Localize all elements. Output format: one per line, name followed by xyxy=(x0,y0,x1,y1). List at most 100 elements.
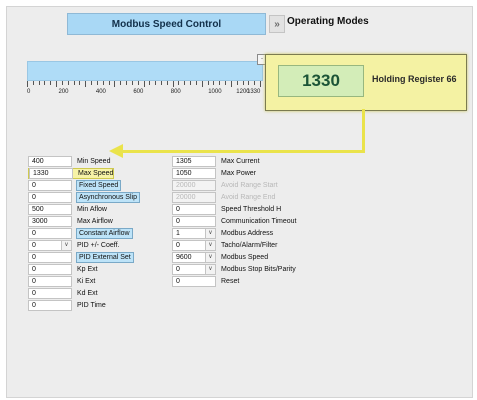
parameter-input[interactable]: 0 xyxy=(28,276,72,287)
slider-tick xyxy=(190,81,192,85)
slider-tick-label: 200 xyxy=(58,89,69,95)
parameter-input[interactable]: 0 xyxy=(28,300,72,311)
parameter-label: Kd Ext xyxy=(77,290,98,297)
parameter-label: Kp Ext xyxy=(77,266,98,273)
slider-tick xyxy=(61,81,63,85)
parameter-select[interactable]: 0 xyxy=(28,240,62,251)
slider-fill xyxy=(28,62,262,80)
chevron-down-icon[interactable]: ∨ xyxy=(206,252,216,263)
parameter-tag[interactable]: Fixed Speed xyxy=(76,180,122,191)
slider-tick xyxy=(195,81,197,85)
parameter-row: 0 Reset xyxy=(172,276,239,287)
parameter-label: Modbus Stop Bits/Parity xyxy=(221,266,296,273)
slider-tick xyxy=(27,81,28,87)
holding-register-box: 1330 Holding Register 66 xyxy=(265,54,467,111)
slider-tick xyxy=(131,81,133,85)
slider-tick xyxy=(219,81,221,85)
slider-tick-label: 800 xyxy=(170,89,181,95)
chevron-down-icon[interactable]: ∨ xyxy=(206,228,216,239)
parameter-label: Max Airflow xyxy=(77,218,113,225)
slider-tick xyxy=(56,81,58,87)
parameter-label: PID +/- Coeff. xyxy=(77,242,120,249)
parameter-select[interactable]: 0 xyxy=(172,240,206,251)
modbus-panel: Modbus Speed Control » Operating Modes -… xyxy=(6,6,473,398)
slider-tick xyxy=(236,81,238,85)
parameter-row: 0 ∨ Tacho/Alarm/Filter xyxy=(172,240,277,251)
operating-modes-label[interactable]: Operating Modes xyxy=(287,16,369,27)
parameter-tag[interactable]: PID External Set xyxy=(76,252,134,263)
parameter-input: 20000 xyxy=(172,192,216,203)
slider-tick xyxy=(155,81,157,85)
slider-tick-label: 400 xyxy=(95,89,106,95)
slider-tick xyxy=(32,81,34,85)
slider-tick xyxy=(184,81,186,85)
slider-tick xyxy=(242,81,244,85)
parameter-input[interactable]: 0 xyxy=(28,252,72,263)
slider-tick xyxy=(260,81,261,87)
parameter-input[interactable]: 1330 xyxy=(29,168,73,179)
parameter-row: 20000 Avoid Range End xyxy=(172,192,275,203)
callout-arrow-icon xyxy=(109,144,123,158)
slider-tick xyxy=(172,81,174,87)
parameter-label: Modbus Address xyxy=(221,230,274,237)
parameter-row: 0 Communication Timeout xyxy=(172,216,296,227)
parameter-tag[interactable]: Constant Airflow xyxy=(76,228,133,239)
parameter-row: 0 Speed Threshold H xyxy=(172,204,281,215)
parameter-row: 0 PID External Set xyxy=(28,252,134,263)
parameter-input[interactable]: 0 xyxy=(28,192,72,203)
parameter-row: 0 Asynchronous Slip xyxy=(28,192,140,203)
slider-tick xyxy=(50,81,52,85)
parameter-input[interactable]: 0 xyxy=(28,228,72,239)
slider-tick xyxy=(230,81,232,87)
parameter-label: Max Power xyxy=(221,170,257,177)
parameter-row: 0 PID Time xyxy=(28,300,106,311)
parameter-row: 0 Ki Ext xyxy=(28,276,95,287)
parameter-input[interactable]: 400 xyxy=(28,156,72,167)
chevron-down-icon[interactable]: ∨ xyxy=(206,240,216,251)
parameter-input[interactable]: 0 xyxy=(172,276,216,287)
parameter-row: 9600 ∨ Modbus Speed xyxy=(172,252,268,263)
operating-modes-button[interactable]: » xyxy=(269,15,285,33)
chevron-down-icon[interactable]: ∨ xyxy=(62,240,72,251)
parameter-label: Min Aflow xyxy=(77,206,107,213)
parameter-label: Reset xyxy=(221,278,240,285)
parameter-row: 1 ∨ Modbus Address xyxy=(172,228,273,239)
slider-tick xyxy=(108,81,110,85)
slider-tick xyxy=(73,81,75,85)
chevron-down-icon[interactable]: ∨ xyxy=(206,264,216,275)
parameter-input[interactable]: 0 xyxy=(28,288,72,299)
parameter-tag[interactable]: Asynchronous Slip xyxy=(76,192,140,203)
parameter-input[interactable]: 0 xyxy=(172,204,216,215)
parameter-row: 1330 Max Speed xyxy=(28,168,115,179)
parameter-input[interactable]: 0 xyxy=(28,264,72,275)
parameter-row: 3000 Max Airflow xyxy=(28,216,113,227)
speed-slider[interactable]: - 0 200 400 600 800 1000 1200 1330 xyxy=(27,54,267,105)
parameter-input[interactable]: 500 xyxy=(28,204,72,215)
parameter-input[interactable]: 0 xyxy=(28,180,72,191)
callout-line-vertical xyxy=(362,109,365,151)
parameter-label: Max Current xyxy=(221,158,260,165)
parameter-row: 0 ∨ Modbus Stop Bits/Parity xyxy=(172,264,296,275)
slider-tick xyxy=(254,81,256,85)
parameter-input[interactable]: 3000 xyxy=(28,216,72,227)
parameter-input[interactable]: 1305 xyxy=(172,156,216,167)
parameter-select[interactable]: 1 xyxy=(172,228,206,239)
slider-tick xyxy=(67,81,69,85)
slider-tick-label: 0 xyxy=(27,89,31,95)
slider-tick xyxy=(143,81,145,87)
slider-tick xyxy=(207,81,209,85)
parameter-select[interactable]: 0 xyxy=(172,264,206,275)
parameter-label: Tacho/Alarm/Filter xyxy=(221,242,278,249)
parameter-input[interactable]: 1050 xyxy=(172,168,216,179)
parameter-input[interactable]: 0 xyxy=(172,216,216,227)
parameter-select[interactable]: 9600 xyxy=(172,252,206,263)
slider-track[interactable]: - xyxy=(27,54,267,81)
slider-tick xyxy=(126,81,128,85)
register-value: 1330 xyxy=(278,65,364,97)
parameter-label: Ki Ext xyxy=(77,278,96,285)
parameter-label: Min Speed xyxy=(77,158,111,165)
parameter-label: Speed Threshold H xyxy=(221,206,282,213)
slider-tick xyxy=(166,81,168,85)
slider-tick xyxy=(102,81,104,85)
parameter-row: 1050 Max Power xyxy=(172,168,256,179)
